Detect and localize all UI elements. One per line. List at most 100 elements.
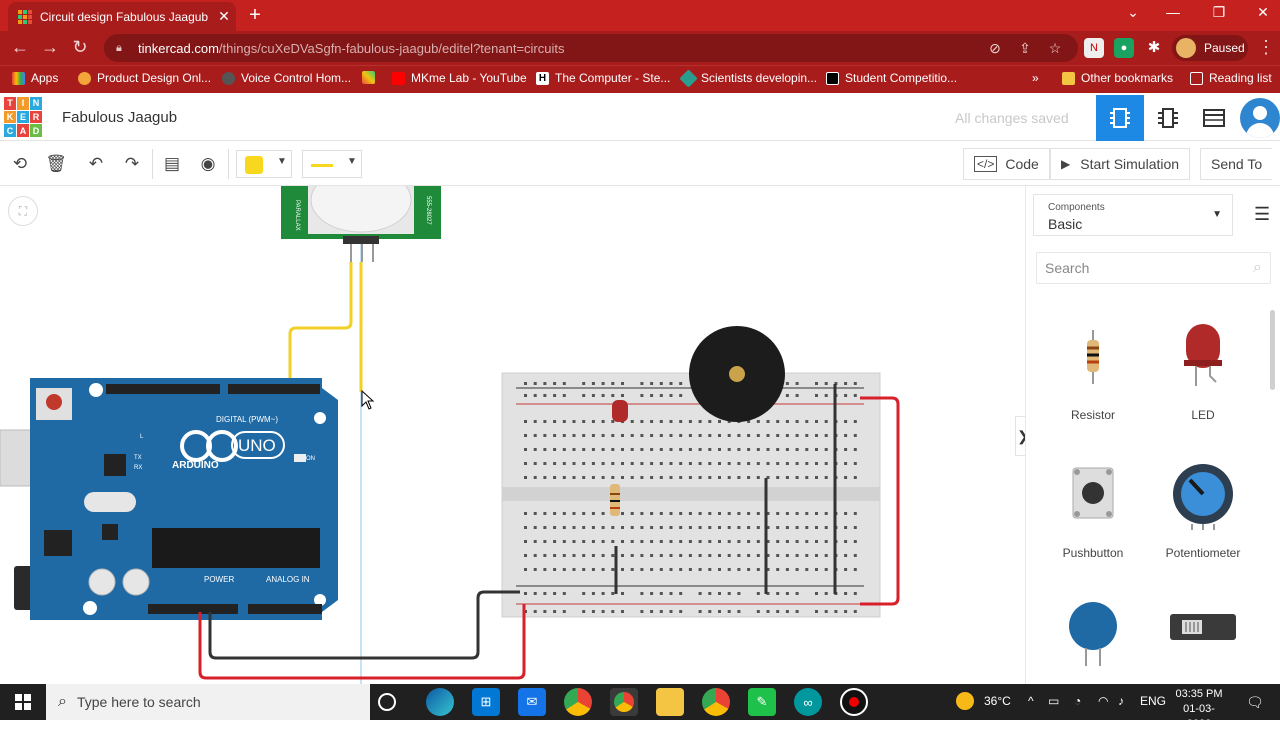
obs-record-icon[interactable] [840,688,868,716]
dropdown-arrow-icon: ▼ [1212,209,1222,220]
dropdown-arrow-icon: ▼ [347,156,357,167]
forward-icon[interactable]: → [38,37,62,58]
arduino-ide-icon[interactable]: ∞ [794,688,822,716]
notes-icon[interactable]: ▤ [160,153,184,175]
circuit-view-button[interactable] [1096,95,1144,141]
schematic-view-button[interactable] [1144,95,1192,141]
user-avatar[interactable] [1240,98,1280,138]
close-window-icon[interactable]: ✕ [1248,4,1278,21]
url-field[interactable]: 🔒︎ tinkercad.com /things/cuXeDVaSgfn-fab… [104,34,1078,62]
extension-new-icon[interactable]: N [1084,38,1104,58]
temperature[interactable]: 36°C [984,694,1011,708]
minimize-icon[interactable]: — [1158,4,1188,20]
schematic-view-icon [1158,108,1178,128]
back-icon[interactable]: ← [8,37,32,58]
notifications-icon[interactable]: 🗨︎ [1246,694,1264,711]
bookmark-scientists[interactable]: Scientists developin... [679,68,817,88]
chrome-icon[interactable] [564,688,592,716]
profile-button[interactable]: Paused [1172,35,1248,61]
other-bookmarks[interactable]: Other bookmarks [1062,71,1173,85]
delete-icon[interactable]: 🗑︎ [44,153,68,175]
panel-scrollbar[interactable] [1270,310,1275,390]
save-status: All changes saved [955,110,1069,126]
cortana-icon[interactable] [378,693,396,711]
analog-pins-label: ANALOG IN [266,575,310,584]
code-icon: </> [974,156,998,172]
chrome-profile-icon[interactable] [702,688,730,716]
bookmark-voice-control[interactable]: Voice Control Hom... [222,71,351,85]
network-icon[interactable]: ◔ [1074,694,1081,708]
components-dropdown[interactable]: Components Basic ▼ [1033,194,1233,236]
bookmark-label: Product Design Onl... [97,71,212,85]
bookmark-star-icon[interactable]: ☆ [1044,34,1066,62]
camera-blocked-icon[interactable]: ⊘ [984,34,1006,62]
breadboard [501,372,881,618]
app-green-icon[interactable]: ✎ [748,688,776,716]
bookmark-product-design[interactable]: Product Design Onl... [78,71,211,85]
project-name[interactable]: Fabulous Jaagub [62,109,177,126]
send-to-button[interactable]: Send To [1200,148,1273,180]
windows-start-button[interactable] [0,684,46,720]
arduino-model: UNO [238,436,276,455]
restore-icon[interactable]: ❐ [1204,4,1234,21]
bookmark-colorful[interactable] [362,71,381,84]
close-tab-icon[interactable]: ✕ [212,8,236,25]
store-icon[interactable]: ⊞ [472,688,500,716]
code-button[interactable]: </> Code [963,148,1050,180]
system-clock[interactable]: 03:35 PM 01-03-2022 [1172,687,1226,732]
wire-type-picker[interactable]: ▼ [302,150,362,178]
taskbar-search-placeholder: Type here to search [76,694,201,710]
bookmark-student-competition[interactable]: Student Competitio... [826,71,957,85]
language-indicator[interactable]: ENG [1140,694,1166,708]
tab-search-icon[interactable]: ⌄ [1118,4,1148,21]
wire-color-picker[interactable]: ▼ [236,150,292,178]
mail-icon[interactable]: ✉ [518,688,546,716]
wifi-icon[interactable]: ◠ [1098,694,1108,708]
new-tab-button[interactable]: + [244,4,266,27]
tinkercad-logo[interactable]: T I N K E R C A D [4,97,42,137]
component-search-input[interactable]: Search ⌕ [1036,252,1271,284]
share-icon[interactable]: ⇪ [1014,34,1036,62]
browser-tab-bar: Circuit design Fabulous Jaagub | ✕ + ⌄ —… [0,0,1280,31]
circuit-canvas[interactable]: ⛶ PARALLAX 555-28027 ARDUINO UNO DIGITAL… [0,186,1025,684]
component-list-view-button[interactable] [1190,95,1238,141]
file-explorer-icon[interactable] [656,688,684,716]
bookmark-mkme-lab[interactable]: MKme Lab - YouTube [392,71,527,85]
weather-sun-icon[interactable] [956,692,974,710]
bookmark-favicon-icon: H [536,71,549,85]
component-potentiometer[interactable]: Potentiometer [1158,460,1248,560]
tinkercad-favicon-icon [18,9,32,24]
reading-list[interactable]: Reading list [1190,71,1272,85]
extension-green-icon[interactable]: ● [1114,38,1134,58]
potentiometer-icon [1173,464,1233,530]
chrome-active-icon[interactable] [610,688,638,716]
rotate-icon[interactable]: ⟲ [8,153,32,175]
browser-tab[interactable]: Circuit design Fabulous Jaagub | ✕ [8,2,236,31]
taskbar-search-input[interactable]: ⌕ Type here to search [46,684,370,720]
component-slideswitch[interactable] [1158,596,1248,682]
list-view-icon[interactable]: ☰ [1254,204,1270,225]
extensions-puzzle-icon[interactable]: ✱ [1144,38,1164,58]
component-pushbutton[interactable]: Pushbutton [1048,460,1138,560]
component-capacitor[interactable] [1048,596,1138,682]
component-led[interactable]: LED [1158,322,1248,422]
clock-date: 01-03-2022 [1183,703,1215,730]
volume-icon[interactable]: ♪ [1118,694,1124,708]
edge-icon[interactable] [426,688,454,716]
bookmark-apps[interactable]: Apps [12,71,58,85]
undo-icon[interactable]: ↶ [84,153,108,175]
bookmark-label: Other bookmarks [1081,71,1174,85]
led-icon [1184,324,1222,386]
bookmark-the-computer[interactable]: H The Computer - Ste... [536,71,670,85]
bookmarks-overflow[interactable]: » [1032,71,1039,85]
redo-icon[interactable]: ↷ [120,153,144,175]
search-icon: ⌕ [1253,259,1262,276]
component-resistor[interactable]: Resistor [1048,322,1138,422]
battery-icon[interactable]: ▭ [1048,694,1059,708]
profile-status: Paused [1204,41,1245,55]
show-hidden-icons-icon[interactable]: ^ [1028,694,1034,708]
start-simulation-button[interactable]: ▶ Start Simulation [1050,148,1191,180]
chrome-menu-icon[interactable]: ⋮ [1254,37,1278,58]
reload-icon[interactable]: ↻ [68,37,92,58]
visibility-icon[interactable]: ◉ [196,153,220,175]
